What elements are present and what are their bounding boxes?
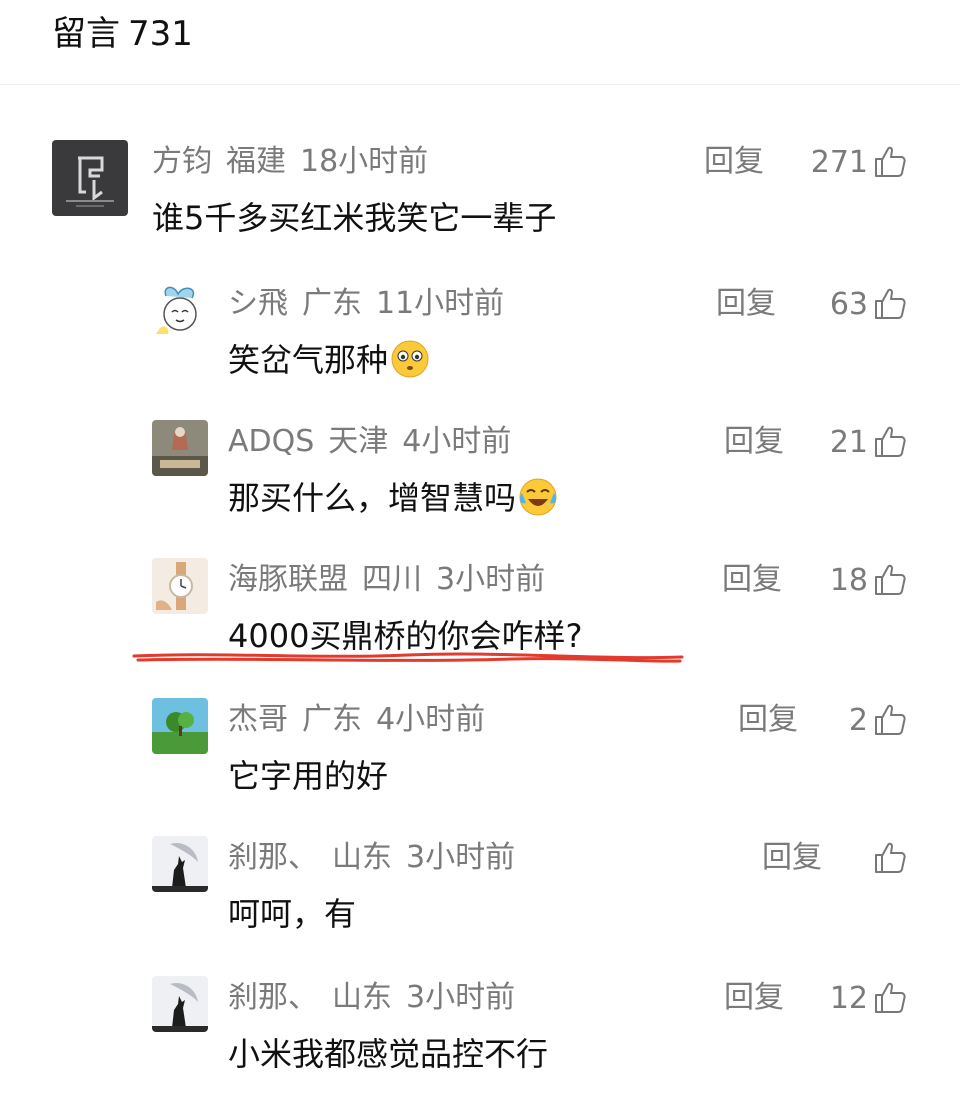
comment-reply-item: ADQS 天津 4小时前 回复 21 那买什么，增智慧吗 [0,420,960,540]
comment-time: 11小时前 [376,286,505,321]
comment-reply-item: 刹那、 山东 3小时前 回复 呵呵，有 [0,836,960,956]
comment-meta: ADQS 天津 4小时前 [228,420,511,464]
comment-region: 天津 [328,424,389,459]
thumbs-up-icon [872,562,908,598]
brand-logo-avatar[interactable] [52,140,128,216]
like-button[interactable] [868,836,908,880]
thumbs-up-icon [872,424,908,460]
thumbs-up-icon [872,980,908,1016]
like-button[interactable]: 21 [830,420,908,464]
like-button[interactable]: 63 [830,282,908,326]
like-count: 12 [829,980,868,1016]
like-count: 63 [829,286,868,322]
comment-username[interactable]: 杰哥 [228,702,288,737]
comment-region: 四川 [362,562,422,597]
reply-button[interactable]: 回复 [724,420,784,464]
landscape-avatar[interactable] [152,698,208,754]
comment-meta: 海豚联盟 四川 3小时前 [228,558,545,602]
flushed-face-emoji [390,339,430,379]
comment-time: 18小时前 [300,144,429,179]
reply-button[interactable]: 回复 [716,282,776,326]
comment-meta: 刹那、 山东 3小时前 [228,976,515,1020]
comments-header: 留言 731 [0,0,960,85]
comment-text: 谁5千多买红米我笑它一辈子 [152,199,557,237]
comment-text-content: 笑岔气那种 [228,341,389,379]
comment-meta: 方钧 福建 18小时前 [152,140,428,184]
like-button[interactable]: 2 [849,698,908,742]
like-count: 18 [829,562,868,598]
reply-button[interactable]: 回复 [724,976,784,1020]
wolf-avatar[interactable] [152,836,208,892]
reply-button[interactable]: 回复 [738,698,798,742]
comment-meta: シ飛 广东 11小时前 [228,282,504,326]
comment-reply-item: シ飛 广东 11小时前 回复 63 笑岔气那种 [0,282,960,402]
reply-button[interactable]: 回复 [704,140,764,184]
comment-region: 山东 [332,980,392,1015]
comment-reply-item: 刹那、 山东 3小时前 回复 12 小米我都感觉品控不行 [0,976,960,1096]
like-button[interactable]: 12 [830,976,908,1020]
comment-item: 方钧 福建 18小时前 回复 271 谁5千多买红米我笑它一辈子 [0,140,960,260]
comment-text: 那买什么，增智慧吗 [228,476,558,520]
comment-username[interactable]: 刹那、 [228,840,318,875]
thumbs-up-icon [872,702,908,738]
reply-button[interactable]: 回复 [762,836,822,880]
comments-title: 留言 731 [52,12,193,56]
comments-count: 731 [128,14,193,54]
comment-region: 福建 [226,144,286,179]
like-count: 2 [848,702,868,738]
red-underline-mark [132,652,684,663]
comment-reply-item: 杰哥 广东 4小时前 回复 2 它字用的好 [0,698,960,818]
comment-region: 广东 [302,702,362,737]
comment-text-content: 那买什么，增智慧吗 [228,479,517,517]
comment-username[interactable]: 刹那、 [228,980,318,1015]
comment-time: 3小时前 [406,980,516,1015]
thumbs-up-icon [872,286,908,322]
comment-region: 山东 [332,840,392,875]
comment-time: 4小时前 [376,702,486,737]
comment-time: 3小时前 [406,840,516,875]
comment-text: 它字用的好 [228,757,389,795]
thumbs-up-icon [872,840,908,876]
like-count: 271 [810,144,868,180]
thumbs-up-icon [872,144,908,180]
like-button[interactable]: 18 [830,558,908,602]
cartoon-avatar[interactable] [152,282,208,338]
wolf-avatar[interactable] [152,976,208,1032]
photo-avatar[interactable] [152,420,208,476]
comment-text: 呵呵，有 [228,895,357,933]
comment-time: 4小时前 [402,424,512,459]
comment-username[interactable]: 海豚联盟 [228,562,348,597]
reply-button[interactable]: 回复 [722,558,782,602]
comment-region: 广东 [302,286,362,321]
comment-username[interactable]: 方钧 [152,144,212,179]
comment-username[interactable]: シ飛 [228,286,288,321]
comments-title-label: 留言 [52,14,120,54]
comment-meta: 杰哥 广东 4小时前 [228,698,485,742]
watch-avatar[interactable] [152,558,208,614]
crying-laughing-emoji [518,477,558,517]
like-count: 21 [829,424,868,460]
like-button[interactable]: 271 [811,140,908,184]
comment-text: 小米我都感觉品控不行 [228,1035,549,1073]
comment-username[interactable]: ADQS [228,424,314,459]
comment-meta: 刹那、 山东 3小时前 [228,836,515,880]
comment-text: 笑岔气那种 [228,338,430,382]
comment-time: 3小时前 [436,562,546,597]
